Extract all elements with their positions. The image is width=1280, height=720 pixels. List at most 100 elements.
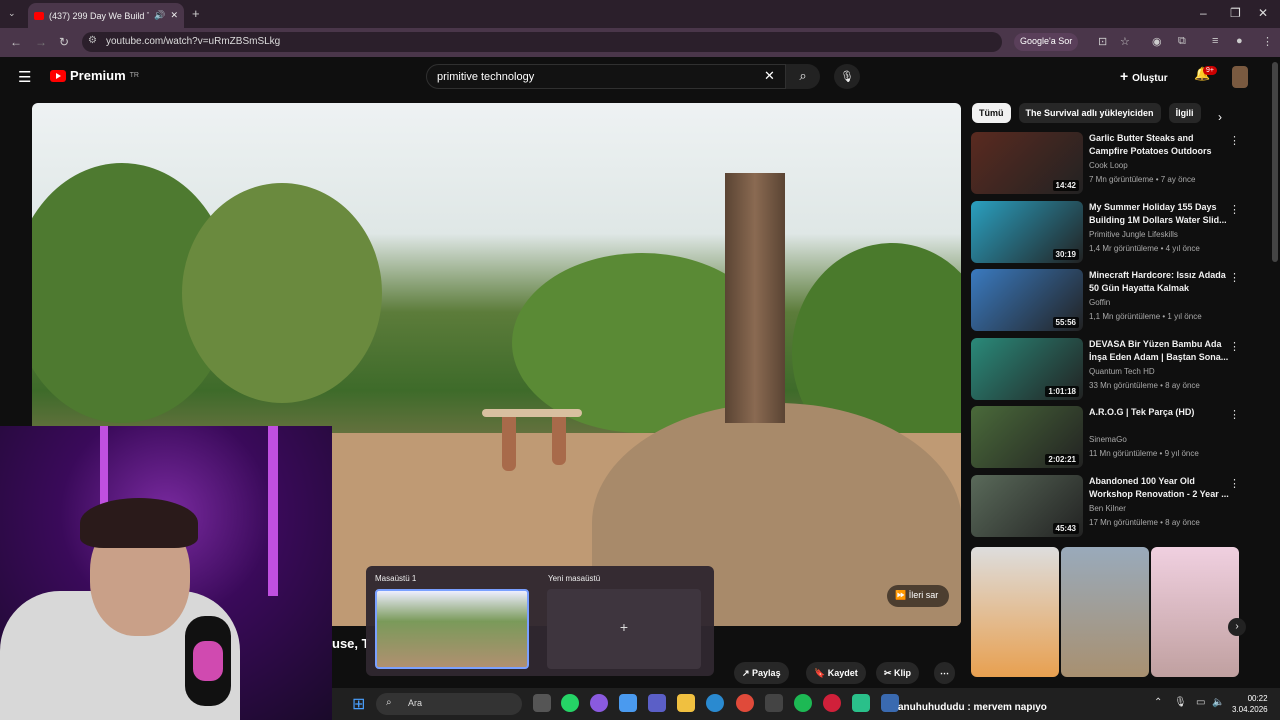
more-options-icon[interactable]: ⋮ bbox=[1229, 271, 1240, 284]
youtube-play-icon bbox=[50, 69, 66, 82]
puzzle-icon[interactable]: ⧉ bbox=[1178, 35, 1186, 48]
clip-button[interactable]: ✂ Klip bbox=[876, 662, 920, 684]
save-button[interactable]: 🔖 Kaydet bbox=[806, 662, 866, 684]
more-options-icon[interactable]: ⋮ bbox=[1229, 134, 1240, 147]
search-input[interactable]: primitive technology bbox=[426, 64, 786, 89]
bookmark-star-icon[interactable]: ☆ bbox=[1120, 35, 1130, 48]
network-icon[interactable]: ▭ bbox=[1196, 697, 1205, 708]
edge-icon[interactable] bbox=[706, 694, 724, 712]
share-icon: ↗ bbox=[742, 668, 753, 678]
teams-icon[interactable] bbox=[648, 694, 666, 712]
chips-next-icon[interactable]: › bbox=[1218, 110, 1222, 124]
channel-name[interactable]: Cook Loop bbox=[1089, 161, 1128, 170]
video-thumbnail[interactable]: 14:42 bbox=[971, 132, 1083, 194]
app-icon-2[interactable] bbox=[881, 694, 899, 712]
spotify-icon[interactable] bbox=[794, 694, 812, 712]
maximize-icon[interactable]: ❐ bbox=[1230, 6, 1241, 20]
tray-chevron-icon[interactable]: ⌃ bbox=[1154, 697, 1162, 708]
page-scrollbar[interactable] bbox=[1272, 62, 1278, 262]
opera-icon[interactable] bbox=[823, 694, 841, 712]
skip-forward-button[interactable]: ⏩ İleri sar bbox=[887, 585, 949, 607]
recommendation-title[interactable]: My Summer Holiday 155 Days Building 1M D… bbox=[1089, 201, 1229, 227]
messenger-icon[interactable] bbox=[590, 694, 608, 712]
recommendation-title[interactable]: DEVASA Bir Yüzen Bambu Ada İnşa Eden Ada… bbox=[1089, 338, 1229, 364]
chrome-menu-icon[interactable]: ⋮ bbox=[1262, 35, 1273, 48]
youtube-logo[interactable]: Premium TR bbox=[50, 68, 139, 83]
desktop-1-thumbnail[interactable] bbox=[375, 589, 529, 669]
copilot-icon[interactable] bbox=[619, 694, 637, 712]
window-close-icon[interactable]: ✕ bbox=[1258, 6, 1268, 20]
clock-date: 3.04.2026 bbox=[1232, 705, 1268, 714]
chip-all[interactable]: Tümü bbox=[972, 103, 1011, 123]
tab-youtube[interactable]: (437) 299 Day We Build Top 🔊 ✕ bbox=[28, 3, 184, 28]
file-explorer-icon[interactable] bbox=[677, 694, 695, 712]
clear-search-icon[interactable]: ✕ bbox=[764, 68, 775, 84]
recommendation-item[interactable]: 14:42 Garlic Butter Steaks and Campfire P… bbox=[971, 132, 1241, 196]
site-info-icon[interactable]: ⚙ bbox=[88, 35, 97, 46]
new-desktop-button[interactable]: + bbox=[547, 589, 701, 669]
channel-name[interactable]: Quantum Tech HD bbox=[1089, 367, 1155, 376]
recommendation-title[interactable]: Abandoned 100 Year Old Workshop Renovati… bbox=[1089, 475, 1229, 501]
tray-mic-icon[interactable]: 🎙 bbox=[1174, 697, 1187, 708]
install-icon[interactable]: ⊡ bbox=[1098, 35, 1107, 48]
chip-uploader[interactable]: The Survival adlı yükleyiciden bbox=[1018, 103, 1161, 123]
recommendation-title[interactable]: Minecraft Hardcore: Issız Adada 50 Gün H… bbox=[1089, 269, 1229, 295]
taskbar-search[interactable]: Ara bbox=[376, 693, 522, 715]
video-thumbnail[interactable]: 45:43 bbox=[971, 474, 1083, 537]
more-options-icon[interactable]: ⋮ bbox=[1229, 477, 1240, 490]
channel-name[interactable]: Goffin bbox=[1089, 298, 1110, 307]
recommendation-item[interactable]: 30:19 My Summer Holiday 155 Days Building… bbox=[971, 200, 1241, 265]
tab-search-icon[interactable]: ⌄ bbox=[8, 8, 16, 19]
app-icon[interactable] bbox=[852, 694, 870, 712]
task-view-icon[interactable] bbox=[533, 694, 551, 712]
back-icon[interactable]: ← bbox=[10, 35, 22, 49]
hamburger-menu-icon[interactable]: ☰ bbox=[18, 68, 31, 86]
channel-name[interactable]: Ben Kilner bbox=[1089, 504, 1126, 513]
more-options-icon[interactable]: ⋮ bbox=[1229, 203, 1240, 216]
profile-icon[interactable]: ● bbox=[1236, 35, 1243, 47]
recommendation-title[interactable]: A.R.O.G | Tek Parça (HD) bbox=[1089, 406, 1229, 432]
logo-text: Premium bbox=[70, 68, 126, 83]
recommendation-item[interactable]: 55:56 Minecraft Hardcore: Issız Adada 50 … bbox=[971, 269, 1241, 333]
extension-icon[interactable]: ◉ bbox=[1152, 35, 1162, 48]
reload-icon[interactable]: ↻ bbox=[59, 35, 69, 49]
more-actions-button[interactable]: ⋯ bbox=[934, 662, 955, 684]
search-label: Ara bbox=[408, 698, 423, 708]
chip-related[interactable]: İlgili bbox=[1168, 103, 1201, 123]
recommendation-item[interactable]: 2:02:21 A.R.O.G | Tek Parça (HD) SinemaGo 1… bbox=[971, 406, 1241, 470]
volume-icon[interactable]: 🔈 bbox=[1212, 697, 1224, 708]
voice-search-button[interactable]: 🎙 bbox=[834, 64, 860, 89]
recommendation-item[interactable]: 1:01:18 DEVASA Bir Yüzen Bambu Ada İnşa E… bbox=[971, 337, 1241, 402]
start-windows-icon[interactable]: ⊞ bbox=[352, 694, 365, 714]
whatsapp-icon[interactable] bbox=[561, 694, 579, 712]
video-thumbnail[interactable]: 55:56 bbox=[971, 269, 1083, 331]
minimize-icon[interactable]: – bbox=[1200, 6, 1207, 20]
recommendation-item[interactable]: 45:43 Abandoned 100 Year Old Workshop Ren… bbox=[971, 474, 1241, 539]
google-sor-button[interactable]: Google'a Sor bbox=[1014, 33, 1079, 51]
new-tab-icon[interactable]: + bbox=[192, 6, 200, 21]
clock[interactable]: 00:22 3.04.2026 bbox=[1232, 693, 1268, 715]
audio-icon[interactable]: 🔊 bbox=[154, 10, 165, 21]
reading-list-icon[interactable]: ≡ bbox=[1212, 35, 1218, 47]
more-options-icon[interactable]: ⋮ bbox=[1229, 340, 1240, 353]
account-avatar[interactable] bbox=[1232, 66, 1248, 88]
search-button[interactable]: ⌕ bbox=[786, 64, 820, 89]
chrome-icon[interactable] bbox=[736, 694, 754, 712]
channel-name[interactable]: SinemaGo bbox=[1089, 435, 1127, 444]
forward-icon[interactable]: → bbox=[35, 35, 47, 49]
short-thumbnail[interactable] bbox=[971, 547, 1059, 677]
channel-name[interactable]: Primitive Jungle Lifeskills bbox=[1089, 230, 1178, 239]
video-thumbnail[interactable]: 1:01:18 bbox=[971, 337, 1083, 400]
video-thumbnail[interactable]: 2:02:21 bbox=[971, 406, 1083, 468]
video-thumbnail[interactable]: 30:19 bbox=[971, 200, 1083, 263]
recommendation-title[interactable]: Garlic Butter Steaks and Campfire Potato… bbox=[1089, 132, 1229, 158]
store-icon[interactable] bbox=[765, 694, 783, 712]
share-button[interactable]: ↗ Paylaş bbox=[734, 662, 789, 684]
short-thumbnail[interactable] bbox=[1151, 547, 1239, 677]
create-button[interactable]: + Oluştur bbox=[1120, 68, 1168, 84]
tab-close-icon[interactable]: ✕ bbox=[170, 10, 178, 21]
shorts-next-icon[interactable]: › bbox=[1228, 618, 1246, 636]
short-thumbnail[interactable] bbox=[1061, 547, 1149, 677]
more-options-icon[interactable]: ⋮ bbox=[1229, 408, 1240, 421]
address-bar[interactable]: ⚙ youtube.com/watch?v=uRmZBSmSLkg bbox=[82, 32, 1002, 52]
